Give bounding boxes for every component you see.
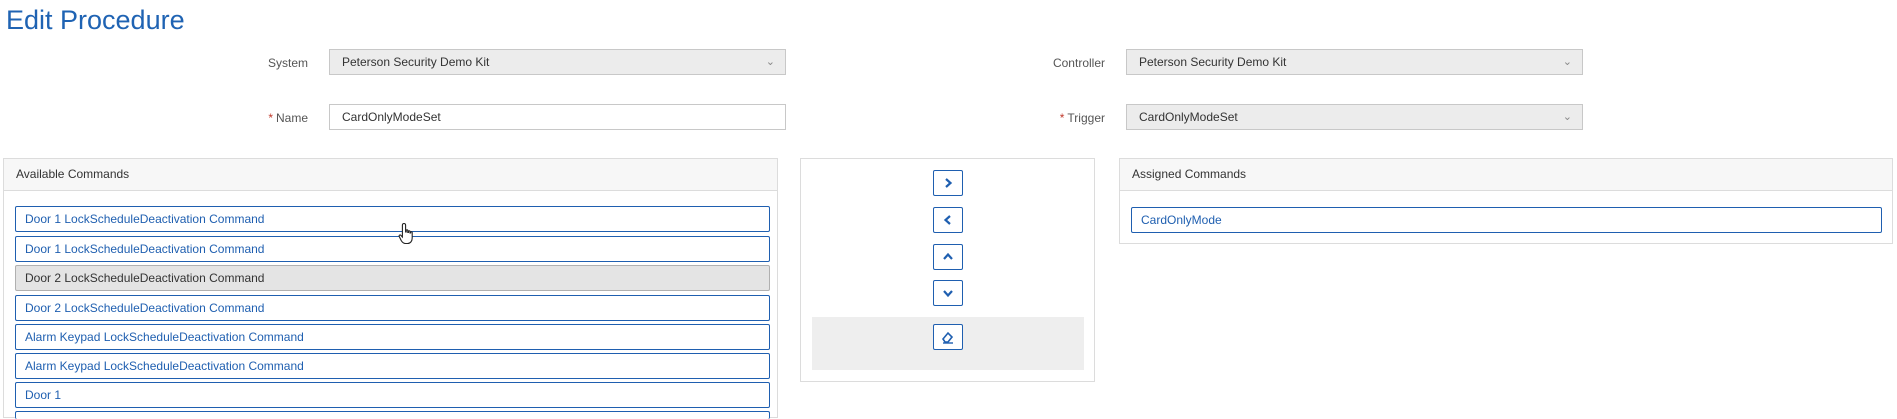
controller-label: Controller: [1052, 56, 1105, 70]
chevron-down-icon: [943, 290, 953, 298]
controller-select-value: Peterson Security Demo Kit: [1139, 55, 1287, 69]
available-commands-header: Available Commands: [4, 159, 777, 191]
required-marker: *: [1059, 111, 1065, 125]
available-command-item-selected[interactable]: Door 2 LockScheduleDeactivation Command: [15, 265, 770, 291]
trigger-select[interactable]: CardOnlyModeSet ⌄: [1126, 104, 1583, 130]
available-command-item[interactable]: Alarm Keypad LockScheduleDeactivation Co…: [15, 353, 770, 379]
transfer-controls-footer: [812, 317, 1084, 370]
move-left-button[interactable]: [933, 207, 963, 233]
move-right-button[interactable]: [933, 170, 963, 196]
chevron-down-icon: ⌄: [765, 56, 775, 68]
assigned-commands-panel: Assigned Commands CardOnlyMode: [1119, 158, 1893, 244]
available-command-item[interactable]: Alarm Keypad LockScheduleDeactivation Co…: [15, 324, 770, 350]
chevron-down-icon: ⌄: [1562, 56, 1572, 68]
transfer-controls-panel: [800, 158, 1095, 382]
trigger-label: * Trigger: [1010, 111, 1105, 125]
page-title: Edit Procedure: [6, 5, 185, 35]
assigned-command-item[interactable]: CardOnlyMode: [1131, 207, 1882, 233]
chevron-right-icon: [945, 178, 953, 188]
system-select[interactable]: Peterson Security Demo Kit ⌄: [329, 49, 786, 75]
chevron-left-icon: [943, 215, 951, 225]
system-select-value: Peterson Security Demo Kit: [342, 55, 490, 69]
available-command-item[interactable]: Door 1 LockScheduleDeactivation Command: [15, 236, 770, 262]
move-up-button[interactable]: [933, 244, 963, 270]
controller-select[interactable]: Peterson Security Demo Kit ⌄: [1126, 49, 1583, 75]
required-marker: *: [268, 111, 273, 125]
available-command-item[interactable]: Door 2 LockScheduleDeactivation Command: [15, 295, 770, 321]
clear-button[interactable]: [933, 324, 963, 350]
available-command-item-partial[interactable]: [15, 411, 770, 419]
system-label: System: [267, 56, 308, 70]
chevron-down-icon: ⌄: [1562, 111, 1572, 123]
trigger-select-value: CardOnlyModeSet: [1139, 110, 1238, 124]
name-label: * Name: [250, 111, 308, 125]
eraser-icon: [942, 331, 954, 344]
move-down-button[interactable]: [933, 280, 963, 306]
available-commands-panel: Available Commands Door 1 LockScheduleDe…: [3, 158, 778, 419]
assigned-commands-header: Assigned Commands: [1120, 159, 1892, 191]
name-field-value: CardOnlyModeSet: [342, 110, 441, 124]
trigger-label-text: Trigger: [1067, 111, 1105, 125]
name-label-text: Name: [275, 111, 308, 125]
available-command-item[interactable]: Door 1: [15, 382, 770, 408]
name-field[interactable]: CardOnlyModeSet: [329, 104, 786, 130]
chevron-up-icon: [943, 252, 953, 260]
available-command-item[interactable]: Door 1 LockScheduleDeactivation Command: [15, 206, 770, 232]
hand-cursor-icon: [398, 222, 413, 245]
